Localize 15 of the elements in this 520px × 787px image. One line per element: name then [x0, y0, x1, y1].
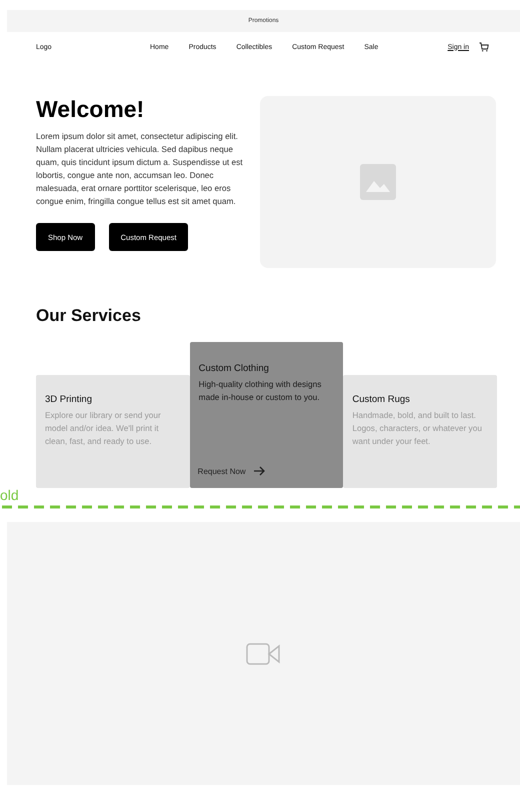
image-icon — [360, 164, 396, 200]
card-text: High-quality clothing with designs made in-house or custom to you. — [198, 378, 322, 404]
card-title: Custom Clothing — [198, 363, 270, 374]
video-camera-icon — [246, 642, 281, 664]
card-title: Custom Rugs — [352, 394, 411, 405]
fold-label: old — [0, 487, 19, 503]
arrow-icon — [254, 466, 265, 476]
card-title: 3D Printing — [45, 394, 93, 405]
hero-paragraph: Lorem ipsum dolor sit amet, consectetur adipiscing elit. Nullam placerat ultricies vehicula. Sed dapibus neque quam, quis tincidunt ipsum dictum a. Suspendisse ut est lobortis, congue ante non, accumsan leo. Donec malesuada, erat ornare porttitor scelerisque, leo eros congue enim, fringilla congue tellus est sit amet quam. — [36, 130, 244, 208]
card-text: Handmade, bold, and built to last. Logos, characters, or whatever you want under your feet. — [352, 409, 483, 448]
request-link[interactable]: Request Now — [198, 466, 265, 476]
card-text: Explore our library or send your model and/or idea. We'll print it clean, fast, and ready to use. — [45, 409, 162, 448]
hero-title: Welcome! — [36, 96, 146, 123]
section-title: Our Services — [36, 306, 142, 326]
cart-icon[interactable] — [479, 42, 489, 52]
